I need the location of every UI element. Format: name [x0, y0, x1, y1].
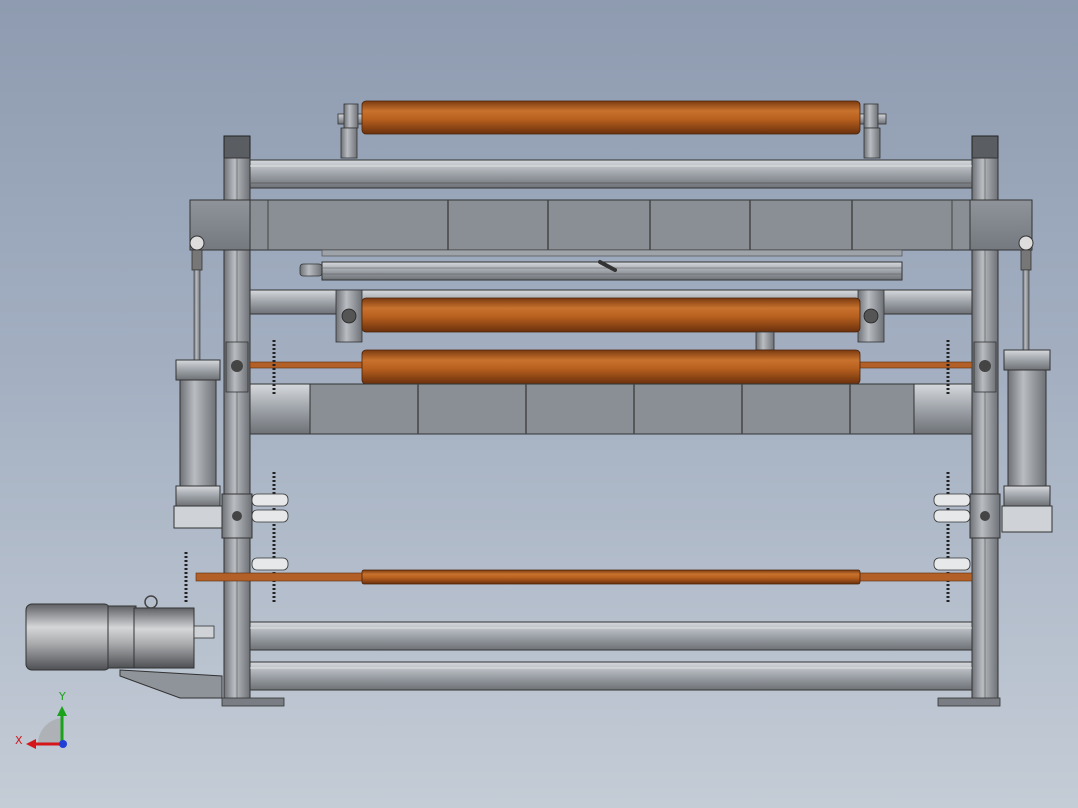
axis-triad: Y X — [15, 690, 67, 749]
top-roller[interactable] — [337, 100, 887, 159]
cad-viewport[interactable]: Y X — [0, 0, 1078, 808]
lower-shaft[interactable] — [195, 569, 973, 585]
upper-frame-beam[interactable] — [249, 159, 973, 189]
x-axis-label: X — [15, 734, 23, 747]
machine-assembly-drawing[interactable]: Y X — [0, 0, 1078, 808]
rod-beam[interactable] — [299, 260, 903, 281]
left-cylinder[interactable] — [173, 235, 223, 529]
bottom-beams[interactable] — [221, 621, 1001, 707]
right-cylinder[interactable] — [1001, 235, 1053, 533]
drive-motor[interactable] — [25, 595, 223, 699]
bearing-blocks[interactable] — [221, 493, 1001, 571]
upper-cover-plate[interactable] — [189, 199, 1033, 257]
middle-cover-plate[interactable] — [249, 383, 973, 435]
y-axis-label: Y — [58, 690, 66, 703]
middle-upper-roller[interactable] — [335, 289, 885, 351]
